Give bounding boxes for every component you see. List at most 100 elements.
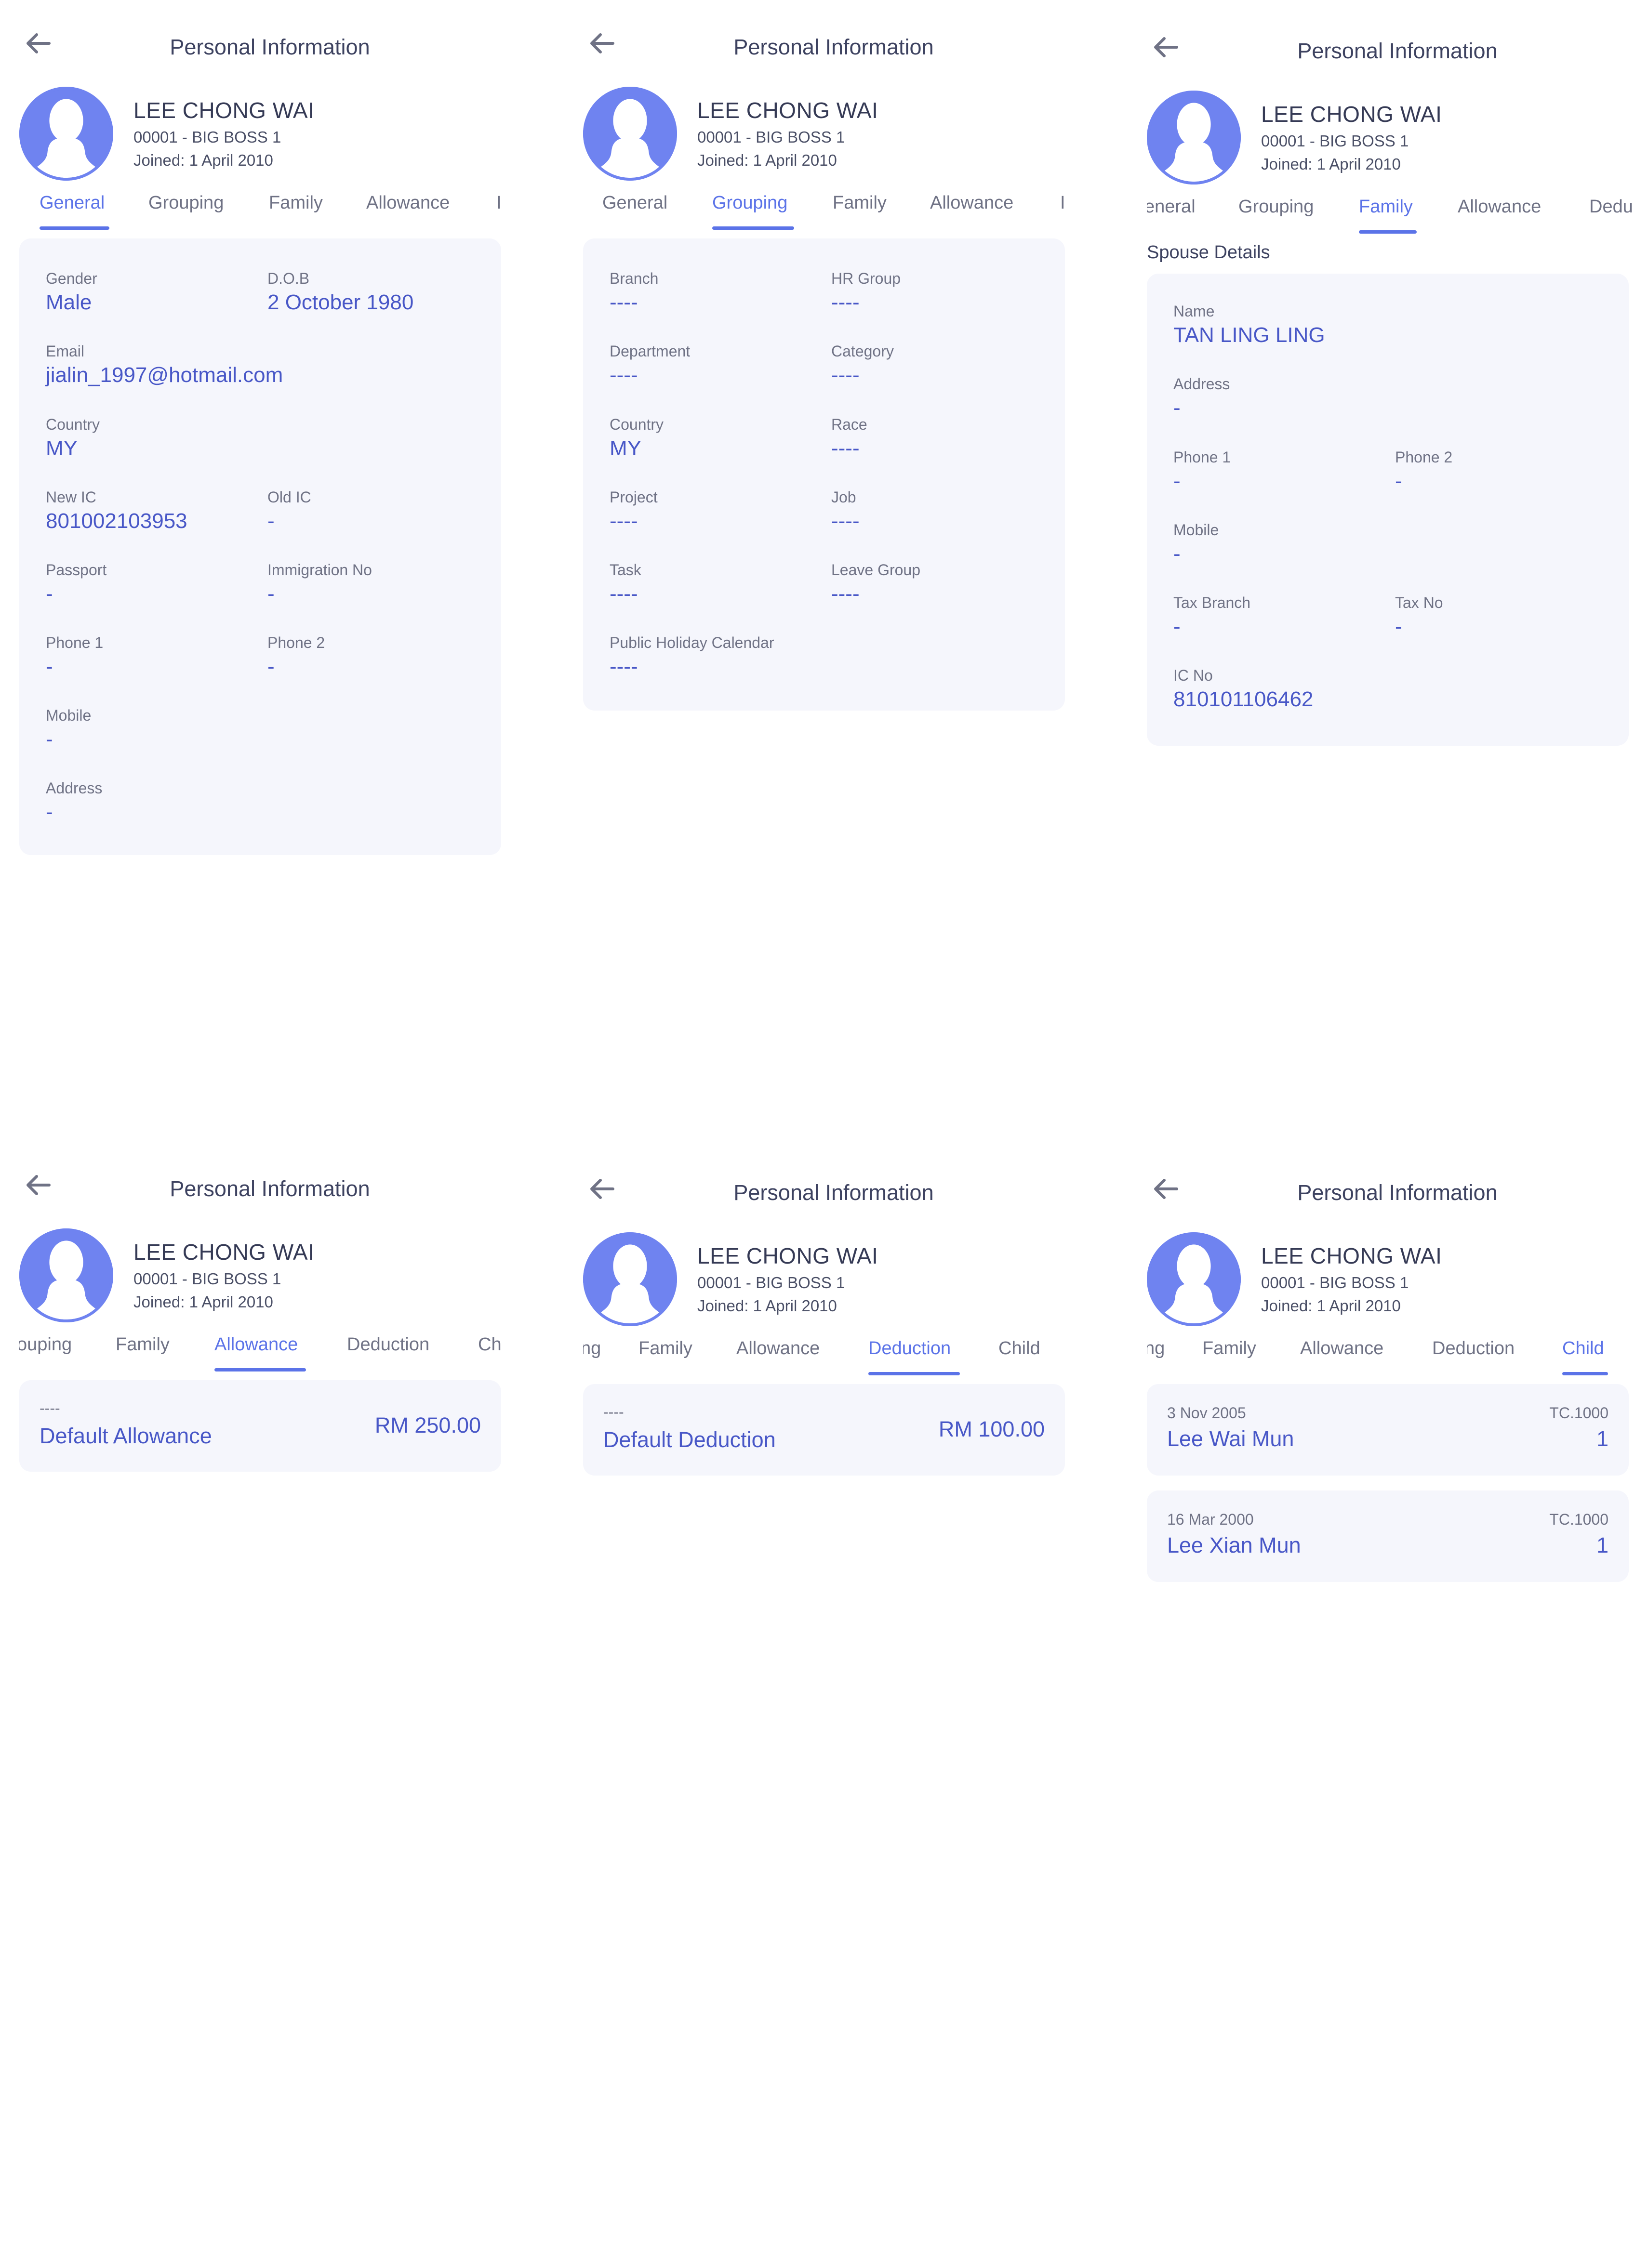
page-title: Personal Information — [733, 35, 934, 59]
tab-grouping[interactable]: Grouping — [1238, 197, 1314, 217]
tab-allowance[interactable]: Allowance — [736, 1338, 820, 1359]
tab-family[interactable]: Family — [1202, 1338, 1256, 1359]
spouse-address-value: - — [1173, 396, 1181, 420]
holiday-calendar-value: ---- — [610, 655, 638, 678]
tab-allowance[interactable]: Allowance — [1300, 1338, 1383, 1359]
employee-name: LEE CHONG WAI — [697, 1243, 878, 1268]
employee-code: 00001 - BIG BOSS 1 — [133, 128, 281, 146]
profile-summary: LEE CHONG WAI 00001 - BIG BOSS 1 Joined:… — [1147, 91, 1638, 187]
address-value: - — [46, 800, 53, 824]
phone1-value: - — [46, 655, 53, 678]
spouse-phone1-value: - — [1173, 469, 1181, 493]
screen-deduction: Personal Information LEE CHONG WAI 00001… — [583, 1160, 1075, 2268]
field-label: Country — [610, 416, 664, 433]
child-birth-date: 3 Nov 2005 — [1167, 1404, 1246, 1422]
deduction-item[interactable]: ---- Default Deduction RM 100.00 — [583, 1384, 1065, 1476]
field-label: Phone 2 — [267, 634, 325, 651]
tab-deduction[interactable]: Deduction — [1432, 1338, 1515, 1359]
field-label: Project — [610, 488, 658, 506]
deduction-code: ---- — [603, 1403, 624, 1421]
general-details-card: Gender Male D.O.B 2 October 1980 Email j… — [19, 238, 501, 855]
page-title: Personal Information — [170, 35, 370, 59]
active-tab-indicator — [1359, 230, 1417, 234]
tab-family[interactable]: Family — [116, 1334, 170, 1355]
field-label: Email — [46, 343, 85, 360]
tab-grouping[interactable]: Grouping — [148, 193, 224, 213]
field-label: Public Holiday Calendar — [610, 634, 774, 651]
header: Personal Information — [1147, 18, 1638, 91]
tab-general[interactable]: General — [602, 193, 667, 213]
tab-general-partial[interactable]: eneral — [1147, 197, 1196, 217]
tab-allowance[interactable]: Allowance — [214, 1334, 298, 1355]
field-label: Race — [831, 416, 867, 433]
screen-general: Personal Information LEE CHONG WAI 00001… — [19, 14, 511, 1122]
tab-allowance[interactable]: Allowance — [1458, 197, 1541, 217]
field-label: Branch — [610, 270, 659, 287]
spouse-tax-no-value: - — [1395, 615, 1402, 638]
gender-value: Male — [46, 290, 92, 314]
tab-next-partial[interactable]: I — [1060, 193, 1065, 213]
screen-family: Personal Information LEE CHONG WAI 00001… — [1147, 18, 1638, 1126]
field-label: Phone 1 — [46, 634, 104, 651]
field-label: Address — [1173, 375, 1230, 393]
tab-child[interactable]: Child — [1562, 1338, 1604, 1359]
child-name: Lee Xian Mun — [1167, 1533, 1301, 1557]
field-label: D.O.B — [267, 270, 310, 287]
spouse-details-card: Name TAN LING LING Address - Phone 1 - P… — [1147, 274, 1629, 746]
child-item[interactable]: 3 Nov 2005 Lee Wai Mun TC.1000 1 — [1147, 1384, 1629, 1476]
tab-grouping-partial[interactable]: ng — [583, 1338, 601, 1359]
employee-name: LEE CHONG WAI — [133, 1239, 315, 1265]
tab-child-partial[interactable]: Ch — [478, 1334, 502, 1355]
tab-child[interactable]: Child — [998, 1338, 1040, 1359]
new-ic-value: 801002103953 — [46, 509, 187, 533]
tab-bar: eneral Grouping Family Allowance Dedu — [1147, 197, 1638, 240]
tab-deduction[interactable]: Deduction — [868, 1338, 951, 1359]
header: Personal Information — [19, 14, 511, 87]
employee-code: 00001 - BIG BOSS 1 — [1261, 1274, 1409, 1292]
tab-grouping-partial[interactable]: ouping — [19, 1334, 72, 1355]
tab-next-partial[interactable]: I — [496, 193, 502, 213]
allowance-item[interactable]: ---- Default Allowance RM 250.00 — [19, 1380, 501, 1472]
tab-deduction[interactable]: Deduction — [347, 1334, 429, 1355]
field-label: Mobile — [1173, 521, 1219, 539]
joined-date: Joined: 1 April 2010 — [1261, 1297, 1401, 1315]
field-label: Phone 2 — [1395, 448, 1453, 466]
passport-value: - — [46, 582, 53, 606]
page-title: Personal Information — [1297, 39, 1498, 63]
field-label: Tax Branch — [1173, 594, 1251, 611]
spouse-name-value: TAN LING LING — [1173, 323, 1325, 347]
mobile-value: - — [46, 727, 53, 751]
tab-allowance[interactable]: Allowance — [930, 193, 1013, 213]
tab-grouping[interactable]: Grouping — [712, 193, 787, 213]
header: Personal Information — [19, 1156, 511, 1228]
tab-family[interactable]: Family — [269, 193, 323, 213]
child-item[interactable]: 16 Mar 2000 Lee Xian Mun TC.1000 1 — [1147, 1490, 1629, 1582]
old-ic-value: - — [267, 509, 275, 533]
child-number: 1 — [1596, 1426, 1608, 1451]
page-title: Personal Information — [1297, 1180, 1498, 1205]
tab-family[interactable]: Family — [833, 193, 887, 213]
header: Personal Information — [1147, 1160, 1638, 1232]
avatar-icon — [1147, 91, 1241, 185]
field-label: Country — [46, 416, 100, 433]
spouse-phone2-value: - — [1395, 469, 1402, 493]
employee-code: 00001 - BIG BOSS 1 — [697, 128, 845, 146]
employee-name: LEE CHONG WAI — [697, 98, 878, 123]
tab-family[interactable]: Family — [1359, 197, 1413, 217]
profile-summary: LEE CHONG WAI 00001 - BIG BOSS 1 Joined:… — [19, 87, 511, 183]
tab-allowance[interactable]: Allowance — [366, 193, 450, 213]
tab-grouping-partial[interactable]: ng — [1147, 1338, 1165, 1359]
tab-general[interactable]: General — [40, 193, 105, 213]
field-label: Category — [831, 343, 894, 360]
country-value: MY — [46, 436, 78, 460]
field-label: Mobile — [46, 707, 92, 724]
avatar-icon — [583, 87, 677, 181]
employee-code: 00001 - BIG BOSS 1 — [697, 1274, 845, 1292]
leave-group-value: ---- — [831, 582, 860, 606]
tab-deduction-partial[interactable]: Dedu — [1589, 197, 1633, 217]
tab-family[interactable]: Family — [638, 1338, 692, 1359]
profile-summary: LEE CHONG WAI 00001 - BIG BOSS 1 Joined:… — [1147, 1232, 1638, 1329]
screen-grouping: Personal Information LEE CHONG WAI 00001… — [583, 14, 1075, 1122]
spouse-mobile-value: - — [1173, 542, 1181, 566]
employee-code: 00001 - BIG BOSS 1 — [133, 1270, 281, 1288]
